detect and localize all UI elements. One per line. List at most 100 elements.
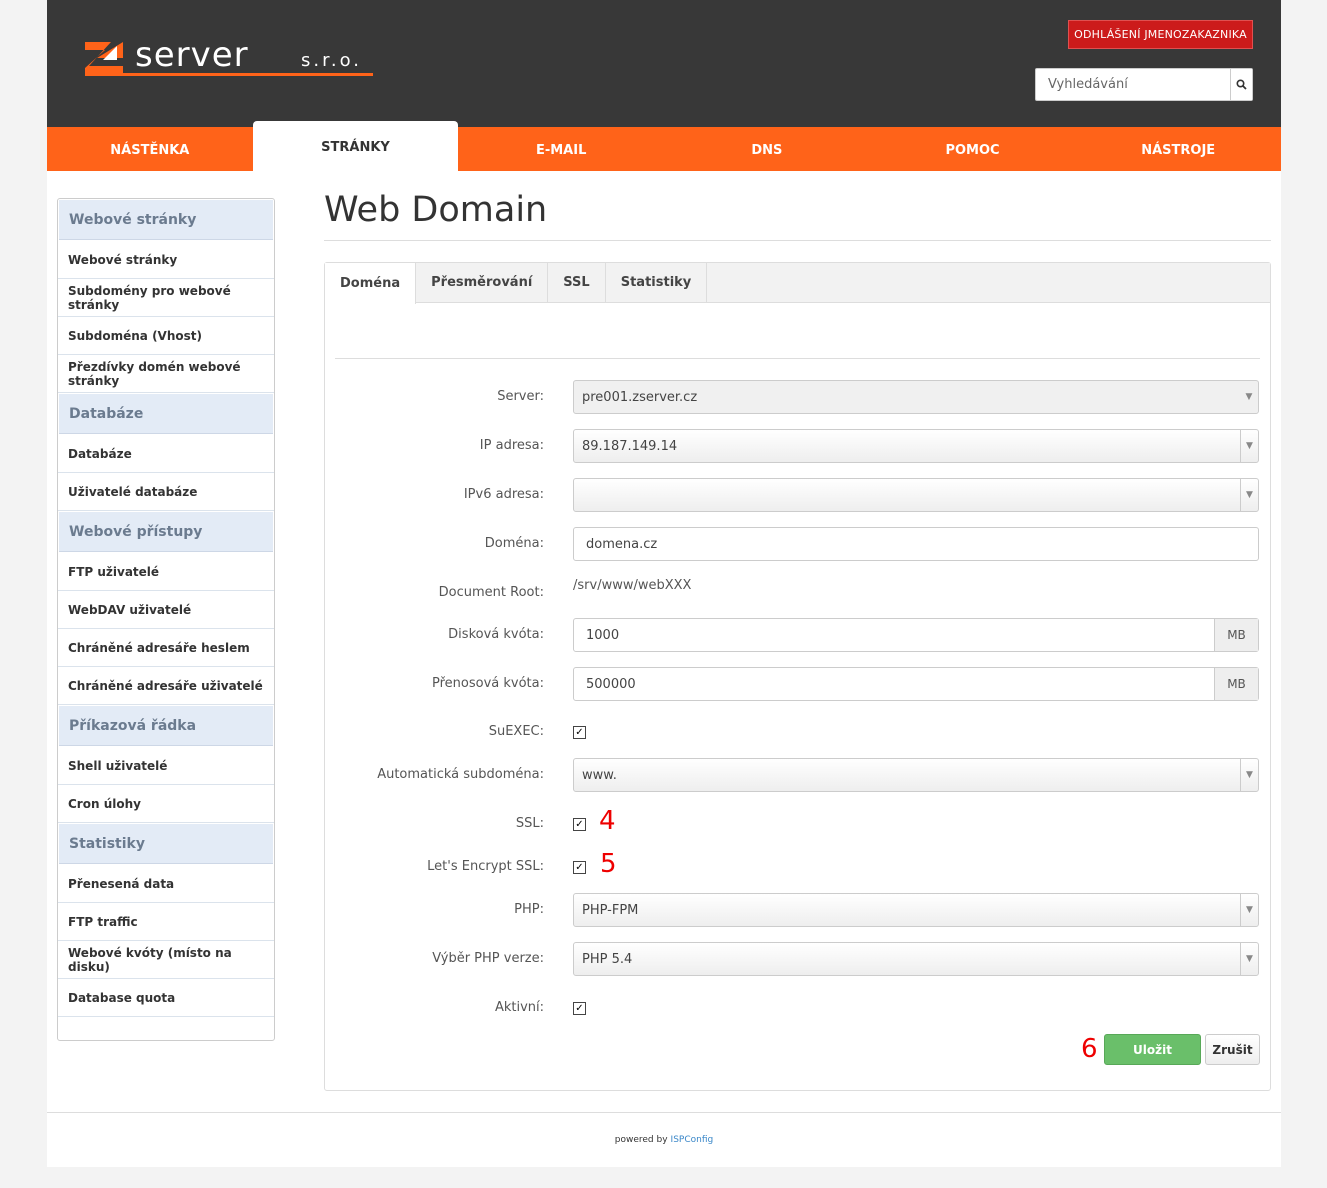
tab-bar: Doména Přesměrování SSL Statistiky [325, 263, 1270, 304]
footer: powered by ISPConfig [47, 1112, 1281, 1167]
domain-input[interactable]: domena.cz [573, 527, 1259, 561]
nav-item-dns[interactable]: DNS [664, 127, 870, 171]
ip-select[interactable]: 89.187.149.14 ▼ [573, 429, 1259, 463]
sidebar-item-webove-kvoty[interactable]: Webové kvóty (místo na disku) [58, 941, 274, 979]
php-label: PHP: [514, 902, 544, 917]
sidebar-group-title: Příkazová řádka [59, 706, 273, 746]
tab-domena[interactable]: Doména [325, 263, 417, 304]
sidebar-item-subdomena-vhost[interactable]: Subdoména (Vhost) [58, 317, 274, 355]
cancel-button[interactable]: Zrušit [1205, 1034, 1260, 1065]
disk-quota-unit: MB [1214, 619, 1258, 651]
server-value: pre001.zserver.cz [582, 389, 698, 405]
php-value: PHP-FPM [582, 902, 639, 918]
dropdown-arrow-icon: ▼ [1240, 943, 1258, 975]
sidebar-item-prenesena-data[interactable]: Přenesená data [58, 865, 274, 903]
main-nav: NÁSTĚNKA STRÁNKY E-MAIL DNS POMOC NÁSTRO… [47, 121, 1281, 171]
search-icon [1236, 79, 1247, 90]
sidebar-group-title: Webové přístupy [59, 512, 273, 552]
suexec-checkbox[interactable]: ✓ [573, 726, 586, 739]
php-version-select[interactable]: PHP 5.4 ▼ [573, 942, 1259, 976]
tab-ssl[interactable]: SSL [548, 263, 606, 302]
tab-presmerovani[interactable]: Přesměrování [416, 263, 549, 302]
page-title: Web Domain [324, 190, 548, 230]
nav-item-nastenka[interactable]: NÁSTĚNKA [47, 127, 253, 171]
sidebar-item-webdav-uzivatele[interactable]: WebDAV uživatelé [58, 591, 274, 629]
ip-label: IP adresa: [479, 438, 544, 453]
dropdown-arrow-icon: ▼ [1245, 392, 1253, 402]
traffic-quota-value: 500000 [586, 676, 636, 692]
sidebar-item-chranene-uzivatele[interactable]: Chráněné adresáře uživatelé [58, 667, 274, 705]
company-logo[interactable]: server s.r.o. [83, 40, 375, 76]
sidebar-item-ftp-traffic[interactable]: FTP traffic [58, 903, 274, 941]
php-version-label: Výběr PHP verze: [432, 951, 544, 966]
ipv6-select[interactable]: ▼ [573, 478, 1259, 512]
search-input[interactable] [1036, 69, 1230, 100]
sidebar-item-subdomeny[interactable]: Subdomény pro webové stránky [58, 279, 274, 317]
disk-quota-label: Disková kvóta: [448, 627, 544, 642]
php-version-value: PHP 5.4 [582, 951, 633, 967]
sidebar: Webové stránky Webové stránky Subdomény … [57, 198, 275, 1041]
letsencrypt-label: Let's Encrypt SSL: [427, 859, 544, 874]
ip-value: 89.187.149.14 [582, 438, 678, 454]
dropdown-arrow-icon: ▼ [1240, 430, 1258, 462]
sidebar-item-database-quota[interactable]: Database quota [58, 979, 274, 1017]
sidebar-item-webove-stranky[interactable]: Webové stránky [58, 241, 274, 279]
panel-divider [335, 358, 1260, 359]
sidebar-item-chranene-heslem[interactable]: Chráněné adresáře heslem [58, 629, 274, 667]
logo-text: server [135, 40, 249, 75]
sidebar-item-cron-ulohy[interactable]: Cron úlohy [58, 785, 274, 823]
active-label: Aktivní: [494, 1000, 544, 1015]
sidebar-item-uzivatele-databaze[interactable]: Uživatelé databáze [58, 473, 274, 511]
autosub-label: Automatická subdoména: [377, 767, 544, 782]
dropdown-arrow-icon: ▼ [1240, 894, 1258, 926]
dropdown-arrow-icon: ▼ [1240, 479, 1258, 511]
search-box [1035, 68, 1253, 101]
ipv6-label: IPv6 adresa: [463, 487, 544, 502]
server-select[interactable]: pre001.zserver.cz ▼ [573, 380, 1259, 414]
annotation-number: 4 [599, 806, 616, 836]
traffic-quota-label: Přenosová kvóta: [432, 676, 544, 691]
search-button[interactable] [1230, 69, 1252, 100]
docroot-value: /srv/www/webXXX [573, 578, 692, 593]
letsencrypt-checkbox[interactable]: ✓ [573, 861, 586, 874]
logout-button[interactable]: ODHLÁŠENÍ JMENOZAKAZNIKA [1068, 20, 1253, 49]
sidebar-group-title: Statistiky [59, 824, 273, 864]
footer-link[interactable]: ISPConfig [671, 1135, 714, 1145]
sidebar-group-title: Webové stránky [59, 200, 273, 240]
logo-suffix: s.r.o. [301, 50, 362, 71]
autosub-value: www. [582, 767, 617, 783]
form-panel: Doména Přesměrování SSL Statistiky Serve… [324, 262, 1271, 1091]
annotation-number: 6 [1081, 1034, 1098, 1064]
page: server s.r.o. ODHLÁŠENÍ JMENOZAKAZNIKA N… [47, 0, 1281, 1167]
sidebar-item-ftp-uzivatele[interactable]: FTP uživatelé [58, 553, 274, 591]
domain-value: domena.cz [586, 536, 658, 552]
domain-label: Doména: [484, 536, 544, 551]
disk-quota-input[interactable]: 1000 MB [573, 618, 1259, 652]
php-select[interactable]: PHP-FPM ▼ [573, 893, 1259, 927]
sidebar-item-databaze[interactable]: Databáze [58, 435, 274, 473]
traffic-quota-unit: MB [1214, 668, 1258, 700]
autosub-select[interactable]: www. ▼ [573, 758, 1259, 792]
suexec-label: SuEXEC: [488, 724, 544, 739]
sidebar-group-title: Databáze [59, 394, 273, 434]
server-label: Server: [497, 389, 544, 404]
sidebar-item-prezdivky-domen[interactable]: Přezdívky domén webové stránky [58, 355, 274, 393]
sidebar-item-shell-uzivatele[interactable]: Shell uživatelé [58, 747, 274, 785]
ssl-label: SSL: [515, 816, 544, 831]
nav-item-stranky[interactable]: STRÁNKY [252, 121, 459, 171]
nav-item-email[interactable]: E-MAIL [458, 127, 664, 171]
disk-quota-value: 1000 [586, 627, 620, 643]
tab-statistiky[interactable]: Statistiky [606, 263, 708, 302]
header: server s.r.o. ODHLÁŠENÍ JMENOZAKAZNIKA [47, 0, 1281, 127]
footer-text: powered by [614, 1135, 668, 1145]
traffic-quota-input[interactable]: 500000 MB [573, 667, 1259, 701]
active-checkbox[interactable]: ✓ [573, 1002, 586, 1015]
nav-item-nastroje[interactable]: NÁSTROJE [1075, 127, 1281, 171]
save-button[interactable]: Uložit [1104, 1034, 1201, 1065]
annotation-number: 5 [600, 849, 617, 879]
dropdown-arrow-icon: ▼ [1240, 759, 1258, 791]
title-divider [324, 240, 1271, 241]
docroot-label: Document Root: [438, 585, 544, 600]
nav-item-pomoc[interactable]: POMOC [870, 127, 1076, 171]
ssl-checkbox[interactable]: ✓ [573, 818, 586, 831]
